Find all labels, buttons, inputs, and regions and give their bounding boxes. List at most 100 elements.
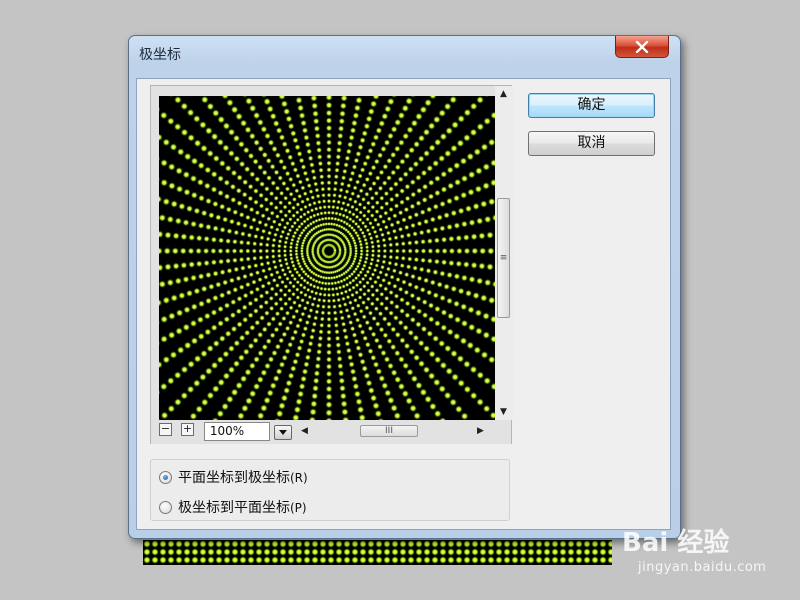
pattern-dot xyxy=(282,225,288,230)
pattern-dot xyxy=(287,296,293,302)
scroll-left-icon[interactable]: ◀ xyxy=(301,427,308,436)
pattern-dot xyxy=(309,334,315,340)
pattern-dot xyxy=(474,309,483,317)
pattern-dot xyxy=(383,190,390,197)
pattern-dot xyxy=(382,332,389,339)
pattern-dot xyxy=(337,125,345,132)
pattern-dot xyxy=(237,412,245,420)
pattern-dot xyxy=(280,267,286,273)
pattern-dot xyxy=(383,210,389,216)
pattern-dot xyxy=(457,379,466,388)
pattern-dot xyxy=(419,388,428,397)
pattern-dot xyxy=(275,409,284,418)
pattern-dot xyxy=(383,305,390,312)
pattern-dot xyxy=(252,111,261,120)
pattern-dot xyxy=(455,260,463,268)
pattern-dot xyxy=(229,311,237,319)
pattern-dot xyxy=(236,295,243,302)
pattern-dot xyxy=(274,283,280,288)
pattern-dot xyxy=(251,248,257,254)
pattern-dot xyxy=(482,404,491,413)
pattern-dot xyxy=(303,292,308,298)
ok-button[interactable]: 确定 xyxy=(528,93,655,118)
pattern-dot xyxy=(314,362,321,370)
scroll-up-icon[interactable]: ▲ xyxy=(500,90,507,99)
pattern-dot xyxy=(222,350,230,358)
pattern-dot xyxy=(230,298,237,306)
pattern-dot xyxy=(282,248,288,254)
pattern-dot xyxy=(339,392,347,400)
pattern-dot xyxy=(392,181,399,188)
cancel-button[interactable]: 取消 xyxy=(528,131,655,156)
pattern-dot xyxy=(203,312,211,320)
pattern-dot xyxy=(200,144,208,153)
pattern-dot xyxy=(240,231,246,237)
pattern-dot xyxy=(305,287,311,293)
pattern-dot xyxy=(372,229,378,235)
zoom-in-button[interactable]: + xyxy=(181,423,194,436)
radio-rect-to-polar[interactable] xyxy=(159,470,172,484)
pattern-dot xyxy=(252,382,261,391)
pattern-dot xyxy=(326,198,332,204)
pattern-dot xyxy=(300,332,307,338)
pattern-dot xyxy=(316,147,323,154)
zoom-out-button[interactable]: − xyxy=(159,423,172,436)
pattern-dot xyxy=(217,378,226,387)
zoom-level-field[interactable]: 100% xyxy=(204,422,270,441)
option-rect-to-polar[interactable]: 平面坐标到极坐标(R) xyxy=(159,467,308,487)
pattern-dot xyxy=(388,254,394,260)
pattern-dot xyxy=(162,355,171,364)
pattern-dot xyxy=(368,276,373,282)
pattern-dot xyxy=(248,224,255,231)
radio-polar-to-rect[interactable] xyxy=(159,500,172,514)
pattern-dot xyxy=(296,390,305,398)
pattern-dot xyxy=(159,176,161,183)
close-button[interactable] xyxy=(615,36,669,58)
pattern-dot xyxy=(224,330,232,338)
vertical-scrollbar[interactable]: ▲ ≡ ▼ xyxy=(495,86,513,420)
vertical-scroll-thumb[interactable]: ≡ xyxy=(497,198,510,318)
pattern-dot xyxy=(402,171,409,178)
pattern-dot xyxy=(210,259,218,266)
pattern-dot xyxy=(226,395,234,404)
pattern-dot xyxy=(164,263,172,271)
pattern-dot xyxy=(392,283,398,289)
pattern-dot xyxy=(421,183,429,191)
pattern-dot xyxy=(335,153,342,160)
pattern-dot xyxy=(280,217,285,223)
horizontal-scrollbar[interactable]: ◀ III ▶ xyxy=(301,422,487,440)
pattern-dot xyxy=(259,181,266,188)
pattern-dot xyxy=(189,174,198,183)
pattern-dot xyxy=(372,134,380,141)
pattern-dot xyxy=(259,314,266,321)
pattern-dot xyxy=(174,96,182,104)
pattern-dot xyxy=(235,112,243,121)
pattern-dot xyxy=(407,248,413,254)
pattern-dot xyxy=(205,223,212,231)
pattern-dot xyxy=(190,337,199,345)
horizontal-scroll-thumb[interactable]: III xyxy=(360,425,418,437)
pattern-dot xyxy=(287,269,293,275)
pattern-dot xyxy=(390,326,397,333)
pattern-dot xyxy=(323,286,328,292)
pattern-dot xyxy=(380,264,385,270)
pattern-dot xyxy=(401,248,407,254)
dialog-title: 极坐标 xyxy=(139,47,181,63)
pattern-dot xyxy=(367,170,374,177)
pattern-dot xyxy=(232,209,239,216)
preview-image[interactable] xyxy=(159,96,495,420)
pattern-dot xyxy=(350,191,356,197)
pattern-dot xyxy=(407,281,413,288)
pattern-dot xyxy=(276,248,282,254)
pattern-dot xyxy=(409,404,417,413)
pattern-dot xyxy=(166,278,175,287)
zoom-dropdown-button[interactable] xyxy=(274,425,292,440)
pattern-dot xyxy=(316,297,322,303)
scroll-down-icon[interactable]: ▼ xyxy=(500,408,507,417)
scroll-right-icon[interactable]: ▶ xyxy=(477,427,484,436)
pattern-dot xyxy=(439,132,448,141)
pattern-dot xyxy=(224,247,231,255)
title-bar[interactable]: 极坐标 xyxy=(129,36,680,66)
pattern-dot xyxy=(223,179,231,187)
option-polar-to-rect[interactable]: 极坐标到平面坐标(P) xyxy=(159,497,307,517)
